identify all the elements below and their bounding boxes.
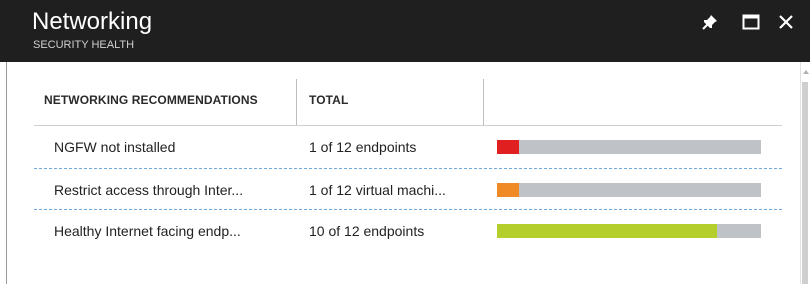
blade-header: Networking SECURITY HEALTH	[0, 0, 810, 62]
pin-icon	[701, 13, 719, 31]
recommendations-table: NETWORKING RECOMMENDATIONS TOTAL NGFW no…	[34, 76, 782, 239]
pin-button[interactable]	[696, 8, 724, 36]
column-divider	[483, 79, 484, 125]
health-bar-fill	[497, 140, 519, 154]
column-header-recommendations[interactable]: NETWORKING RECOMMENDATIONS	[44, 76, 258, 125]
networking-blade: Networking SECURITY HEALTH NETWORKING RE…	[0, 0, 810, 284]
scrollbar-thumb[interactable]	[802, 82, 808, 284]
scroll-up-arrow-icon[interactable]	[803, 70, 809, 74]
blade-title: Networking	[32, 8, 153, 35]
health-bar-fill	[497, 183, 519, 197]
table-header: NETWORKING RECOMMENDATIONS TOTAL	[34, 76, 782, 126]
health-bar-fill	[497, 224, 717, 238]
health-bar	[497, 224, 761, 238]
blade-left-border	[6, 62, 7, 284]
column-divider	[296, 79, 297, 125]
total-cell: 1 of 12 virtual machi...	[309, 182, 446, 198]
total-cell: 10 of 12 endpoints	[309, 223, 425, 239]
health-bar	[497, 140, 761, 154]
table-row-selected[interactable]: Restrict access through Inter... 1 of 12…	[34, 168, 782, 210]
close-button[interactable]	[772, 8, 800, 36]
close-icon	[778, 14, 794, 30]
blade-subtitle: SECURITY HEALTH	[33, 39, 135, 51]
table-row[interactable]: NGFW not installed 1 of 12 endpoints	[34, 126, 782, 168]
maximize-icon	[742, 14, 760, 30]
health-bar	[497, 183, 761, 197]
maximize-button[interactable]	[737, 8, 765, 36]
total-cell: 1 of 12 endpoints	[309, 139, 417, 155]
column-header-total[interactable]: TOTAL	[309, 76, 348, 125]
recommendation-cell: Healthy Internet facing endp...	[54, 223, 241, 239]
recommendation-cell: Restrict access through Inter...	[54, 182, 244, 198]
recommendation-cell: NGFW not installed	[54, 139, 176, 155]
table-row[interactable]: Healthy Internet facing endp... 10 of 12…	[34, 210, 782, 252]
